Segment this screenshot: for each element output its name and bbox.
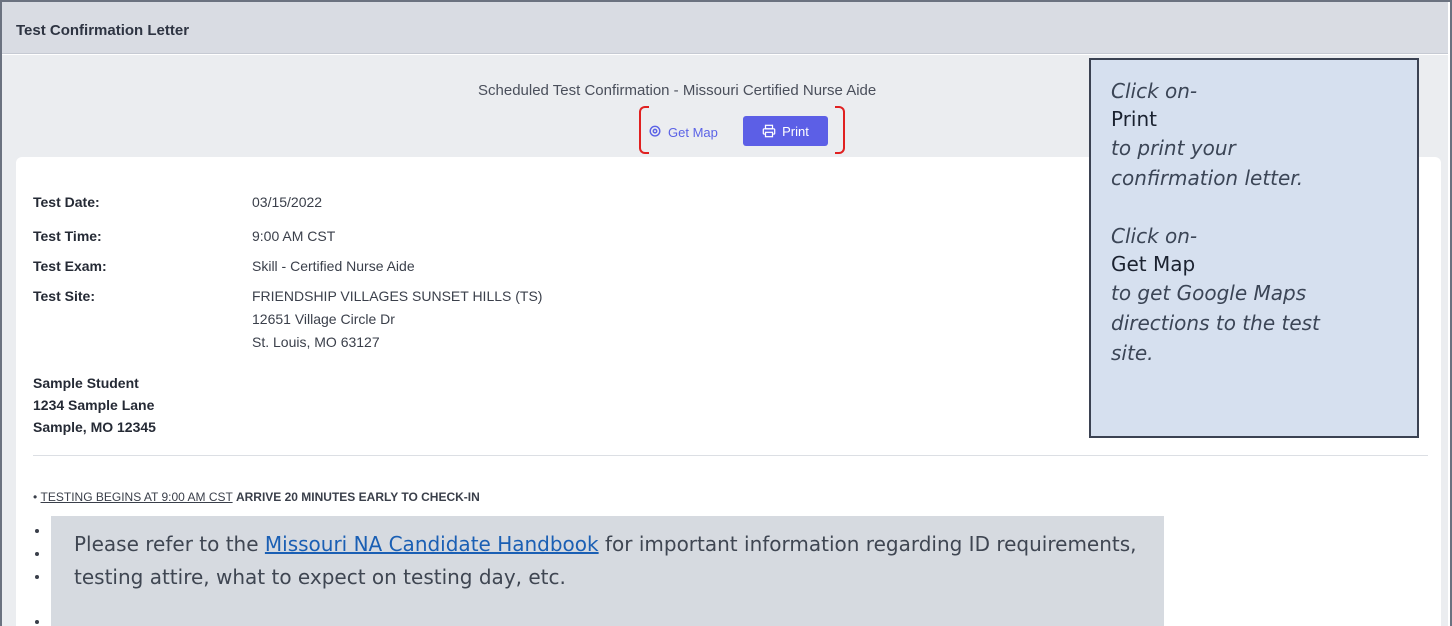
test-exam-label: Test Exam: <box>33 258 107 274</box>
test-site-label: Test Site: <box>33 288 95 304</box>
callout-map-keyword: Get Map <box>1111 252 1196 276</box>
callout-text: to get Google Maps <box>1111 281 1307 305</box>
student-street: 1234 Sample Lane <box>33 397 155 413</box>
callout-text: Click on- <box>1111 79 1198 103</box>
handbook-callout: Please refer to the Missouri NA Candidat… <box>51 516 1164 626</box>
callout-text: Click on- <box>1111 224 1198 248</box>
callout-print-keyword: Print <box>1111 107 1158 131</box>
test-time-label: Test Time: <box>33 228 102 244</box>
test-exam-value: Skill - Certified Nurse Aide <box>252 258 415 274</box>
location-pin-icon <box>649 125 661 137</box>
bullet-dot <box>35 529 39 533</box>
handbook-line-2: testing attire, what to expect on testin… <box>74 565 566 589</box>
bullet-dot <box>35 575 39 579</box>
test-site-street: 12651 Village Circle Dr <box>252 311 395 327</box>
testing-begins-text: TESTING BEGINS AT 9:00 AM CST <box>40 490 233 504</box>
test-site-city: St. Louis, MO 63127 <box>252 334 380 350</box>
handbook-link[interactable]: Missouri NA Candidate Handbook <box>265 532 599 556</box>
bullet-dot <box>35 552 39 556</box>
list-item: • TESTING BEGINS AT 9:00 AM CST ARRIVE 2… <box>33 490 480 504</box>
panel-header: Test Confirmation Letter <box>2 2 1448 54</box>
callout-text: directions to the test <box>1111 311 1320 335</box>
student-address: Sample Student 1234 Sample Lane Sample, … <box>33 372 156 438</box>
print-label: Print <box>782 123 809 139</box>
handbook-line-1: Please refer to the Missouri NA Candidat… <box>74 532 1137 556</box>
test-date-value: 03/15/2022 <box>252 194 323 210</box>
get-map-label: Get Map <box>668 124 718 140</box>
confirmation-title: Scheduled Test Confirmation - Missouri C… <box>478 82 877 99</box>
print-button[interactable]: Print <box>743 116 828 146</box>
arrive-early-text: ARRIVE 20 MINUTES EARLY TO CHECK-IN <box>235 490 480 504</box>
student-city: Sample, MO 12345 <box>33 419 156 435</box>
test-date-label: Test Date: <box>33 194 100 210</box>
section-divider <box>33 455 1428 456</box>
get-map-link[interactable]: Get Map <box>648 118 718 146</box>
test-site-name: FRIENDSHIP VILLAGES SUNSET HILLS (TS) <box>252 288 543 304</box>
bullet-dot <box>35 620 39 624</box>
test-time-value: 9:00 AM CST <box>252 228 336 244</box>
printer-icon <box>762 124 776 138</box>
panel-title: Test Confirmation Letter <box>16 22 190 39</box>
callout-text: confirmation letter. <box>1111 166 1304 190</box>
callout-text: to print your <box>1111 136 1236 160</box>
highlight-bracket-right <box>835 106 845 154</box>
callout-text: site. <box>1111 341 1154 365</box>
instruction-callout: Click on- Print to print your confirmati… <box>1089 58 1419 438</box>
student-name: Sample Student <box>33 375 139 391</box>
